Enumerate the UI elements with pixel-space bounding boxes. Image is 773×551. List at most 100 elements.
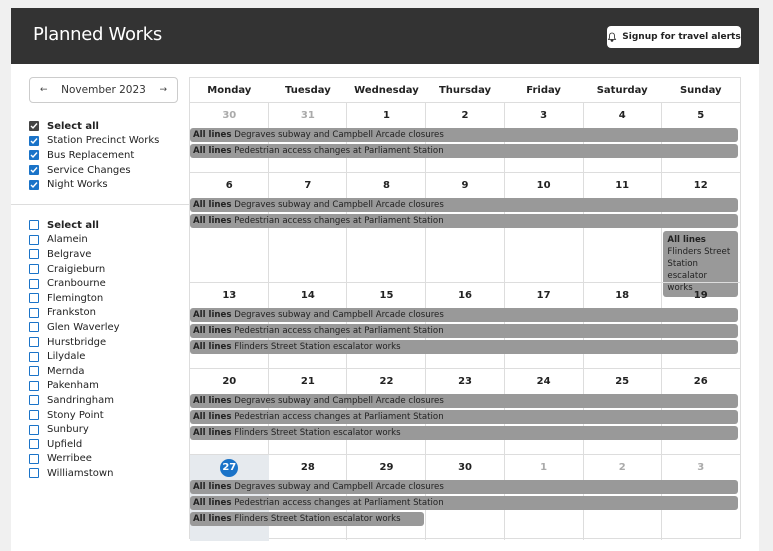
day-number[interactable]: 18: [583, 283, 662, 308]
day-number[interactable]: 23: [426, 369, 505, 394]
checkbox-unchecked[interactable]: [29, 351, 39, 362]
day-number[interactable]: 21: [269, 369, 348, 394]
day-number[interactable]: 25: [583, 369, 662, 394]
event-title: Flinders Street Station escalator works: [234, 428, 401, 438]
day-number[interactable]: 29: [347, 455, 426, 480]
line-item[interactable]: Sunbury: [29, 422, 120, 437]
event-bar[interactable]: All lines Pedestrian access changes at P…: [190, 214, 738, 228]
event-bar[interactable]: All lines Degraves subway and Campbell A…: [190, 480, 738, 494]
category-item[interactable]: Station Precinct Works: [29, 134, 159, 149]
day-number[interactable]: 20: [190, 369, 269, 394]
day-number[interactable]: 14: [269, 283, 348, 308]
day-number[interactable]: 31: [269, 103, 348, 128]
day-number[interactable]: 2: [426, 103, 505, 128]
day-number[interactable]: 11: [583, 173, 662, 198]
event-bar[interactable]: All lines Flinders Street Station escala…: [190, 426, 738, 440]
event-bar[interactable]: All lines Pedestrian access changes at P…: [190, 324, 738, 338]
line-item[interactable]: Belgrave: [29, 247, 120, 262]
day-number[interactable]: 7: [269, 173, 348, 198]
day-number[interactable]: 9: [426, 173, 505, 198]
day-number[interactable]: 22: [347, 369, 426, 394]
checkbox-unchecked[interactable]: [29, 293, 39, 304]
category-item[interactable]: Bus Replacement: [29, 148, 159, 163]
today-marker[interactable]: 27: [220, 459, 239, 477]
day-number[interactable]: 3: [661, 455, 740, 480]
checkbox-unchecked[interactable]: [29, 307, 39, 318]
event-bar[interactable]: All lines Pedestrian access changes at P…: [190, 410, 738, 424]
checkbox-unchecked[interactable]: [29, 249, 39, 260]
weekday-wednesday: Wednesday: [354, 85, 419, 96]
checkbox-unchecked[interactable]: [29, 380, 39, 391]
checkbox-unchecked[interactable]: [29, 264, 39, 275]
day-number[interactable]: 12: [661, 173, 740, 198]
day-number[interactable]: 28: [269, 455, 348, 480]
day-number[interactable]: 15: [347, 283, 426, 308]
checkbox-unchecked[interactable]: [29, 395, 39, 406]
day-number[interactable]: 30: [190, 103, 269, 128]
day-number[interactable]: 1: [347, 103, 426, 128]
checkbox-checked[interactable]: [29, 179, 39, 190]
checkbox-unchecked[interactable]: [29, 424, 39, 435]
checkbox-checked[interactable]: [29, 165, 39, 176]
checkbox-unchecked[interactable]: [29, 410, 39, 421]
checkbox-checked[interactable]: [29, 135, 39, 146]
line-item[interactable]: Frankston: [29, 306, 120, 321]
checkbox-unchecked[interactable]: [29, 366, 39, 377]
line-item[interactable]: Stony Point: [29, 408, 120, 423]
next-month-button[interactable]: →: [159, 85, 167, 95]
day-number[interactable]: 19: [661, 283, 740, 308]
checkbox-checked[interactable]: [29, 150, 39, 161]
day-number[interactable]: 24: [504, 369, 583, 394]
line-item[interactable]: Cranbourne: [29, 276, 120, 291]
line-select-all[interactable]: Select all: [29, 218, 120, 233]
line-item[interactable]: Glen Waverley: [29, 320, 120, 335]
day-number[interactable]: 26: [661, 369, 740, 394]
category-item[interactable]: Night Works: [29, 177, 159, 192]
event-bar[interactable]: All lines Degraves subway and Campbell A…: [190, 128, 738, 142]
line-item[interactable]: Lilydale: [29, 349, 120, 364]
day-number[interactable]: 4: [583, 103, 662, 128]
checkbox-unchecked[interactable]: [29, 234, 39, 245]
line-item[interactable]: Sandringham: [29, 393, 120, 408]
line-item[interactable]: Alamein: [29, 233, 120, 248]
event-bar[interactable]: All lines Degraves subway and Campbell A…: [190, 198, 738, 212]
event-bar[interactable]: All lines Degraves subway and Campbell A…: [190, 308, 738, 322]
checkbox-unchecked[interactable]: [29, 337, 39, 348]
day-number[interactable]: 2: [583, 455, 662, 480]
checkbox-checked[interactable]: [29, 121, 39, 132]
event-bar[interactable]: All lines Flinders Street Station escala…: [190, 340, 738, 354]
line-item[interactable]: Upfield: [29, 437, 120, 452]
category-select-all[interactable]: Select all: [29, 119, 159, 134]
prev-month-button[interactable]: ←: [40, 85, 48, 95]
day-number[interactable]: 16: [426, 283, 505, 308]
day-number[interactable]: 30: [426, 455, 505, 480]
day-number[interactable]: 5: [661, 103, 740, 128]
day-number[interactable]: 10: [504, 173, 583, 198]
checkbox-unchecked[interactable]: [29, 453, 39, 464]
line-item[interactable]: Flemington: [29, 291, 120, 306]
checkbox-unchecked[interactable]: [29, 439, 39, 450]
line-item[interactable]: Werribee: [29, 452, 120, 467]
signup-alerts-button[interactable]: Signup for travel alerts: [607, 26, 741, 48]
checkbox-unchecked[interactable]: [29, 220, 39, 231]
line-item[interactable]: Hurstbridge: [29, 335, 120, 350]
day-number[interactable]: 13: [190, 283, 269, 308]
day-number[interactable]: 17: [504, 283, 583, 308]
checkbox-unchecked[interactable]: [29, 468, 39, 479]
category-item[interactable]: Service Changes: [29, 163, 159, 178]
line-item[interactable]: Williamstown: [29, 466, 120, 481]
day-number[interactable]: 8: [347, 173, 426, 198]
event-bar[interactable]: All lines Pedestrian access changes at P…: [190, 144, 738, 158]
day-number[interactable]: 6: [190, 173, 269, 198]
day-number[interactable]: 1: [504, 455, 583, 480]
checkbox-unchecked[interactable]: [29, 278, 39, 289]
checkbox-unchecked[interactable]: [29, 322, 39, 333]
day-number[interactable]: 27: [190, 455, 269, 480]
event-bar[interactable]: All lines Pedestrian access changes at P…: [190, 496, 738, 510]
day-number[interactable]: 3: [504, 103, 583, 128]
event-bar[interactable]: All lines Degraves subway and Campbell A…: [190, 394, 738, 408]
line-item[interactable]: Pakenham: [29, 379, 120, 394]
line-item[interactable]: Mernda: [29, 364, 120, 379]
line-item[interactable]: Craigieburn: [29, 262, 120, 277]
event-bar[interactable]: All lines Flinders Street Station escala…: [190, 512, 424, 526]
